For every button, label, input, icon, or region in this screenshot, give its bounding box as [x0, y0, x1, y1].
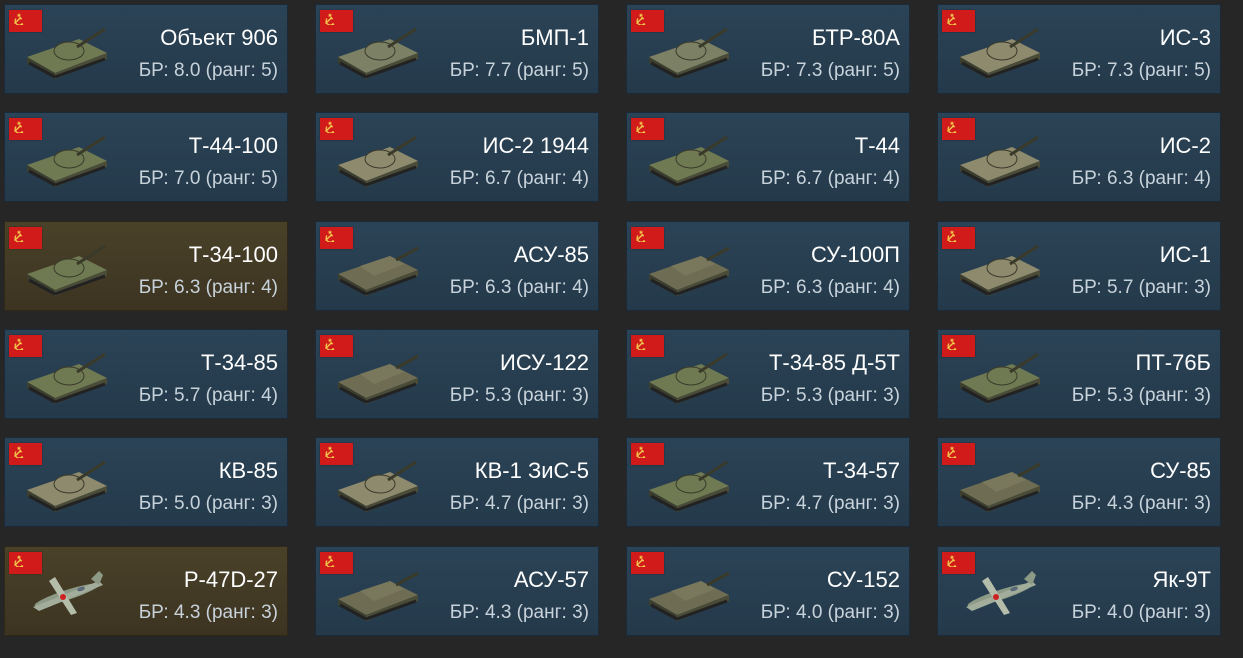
vehicle-card[interactable]: СУ-100П БР: 6.3 (ранг: 4) — [626, 221, 910, 311]
vehicle-card[interactable]: ИС-2 БР: 6.3 (ранг: 4) — [937, 112, 1221, 202]
battle-rating: БР: 7.0 (ранг: 5) — [138, 168, 278, 189]
vehicle-card[interactable]: Объект 906 БР: 8.0 (ранг: 5) — [4, 4, 288, 94]
vehicle-name: P-47D-27 — [183, 567, 278, 592]
tank-icon — [330, 561, 424, 625]
aircraft-icon — [19, 561, 113, 625]
battle-rating: БР: 5.3 (ранг: 3) — [449, 385, 589, 406]
vehicle-name: Т-44 — [854, 133, 900, 158]
battle-rating: БР: 6.3 (ранг: 4) — [1071, 168, 1211, 189]
vehicle-card[interactable]: СУ-152 БР: 4.0 (ранг: 3) — [626, 546, 910, 636]
tank-icon — [19, 236, 113, 300]
tank-icon — [19, 344, 113, 408]
battle-rating: БР: 5.0 (ранг: 3) — [138, 493, 278, 514]
vehicle-card[interactable]: ИС-2 1944 БР: 6.7 (ранг: 4) — [315, 112, 599, 202]
vehicle-name: ИС-3 — [1159, 25, 1211, 50]
battle-rating: БР: 4.0 (ранг: 3) — [760, 602, 900, 623]
tank-icon — [641, 561, 735, 625]
tank-icon — [19, 452, 113, 516]
vehicle-card[interactable]: ИС-3 БР: 7.3 (ранг: 5) — [937, 4, 1221, 94]
tank-icon — [330, 19, 424, 83]
tank-icon — [641, 236, 735, 300]
vehicle-name: КВ-85 — [218, 458, 278, 483]
vehicle-card[interactable]: КВ-1 ЗиС-5 БР: 4.7 (ранг: 3) — [315, 437, 599, 527]
battle-rating: БР: 5.7 (ранг: 3) — [1071, 277, 1211, 298]
tank-icon — [952, 452, 1046, 516]
vehicle-card[interactable]: Т-34-85 БР: 5.7 (ранг: 4) — [4, 329, 288, 419]
tank-icon — [641, 452, 735, 516]
battle-rating: БР: 7.3 (ранг: 5) — [1071, 60, 1211, 81]
tank-icon — [641, 344, 735, 408]
battle-rating: БР: 7.3 (ранг: 5) — [760, 60, 900, 81]
vehicle-card[interactable]: СУ-85 БР: 4.3 (ранг: 3) — [937, 437, 1221, 527]
vehicle-name: АСУ-85 — [513, 242, 589, 267]
tank-icon — [330, 452, 424, 516]
vehicle-card[interactable]: ИС-1 БР: 5.7 (ранг: 3) — [937, 221, 1221, 311]
battle-rating: БР: 6.7 (ранг: 4) — [760, 168, 900, 189]
vehicle-card[interactable]: Т-34-85 Д-5Т БР: 5.3 (ранг: 3) — [626, 329, 910, 419]
battle-rating: БР: 4.3 (ранг: 3) — [449, 602, 589, 623]
battle-rating: БР: 7.7 (ранг: 5) — [449, 60, 589, 81]
vehicle-name: СУ-100П — [811, 242, 900, 267]
vehicle-name: СУ-152 — [826, 567, 900, 592]
vehicle-card[interactable]: Т-34-57 БР: 4.7 (ранг: 3) — [626, 437, 910, 527]
vehicle-name: БТР-80А — [811, 25, 900, 50]
vehicle-card[interactable]: Т-44 БР: 6.7 (ранг: 4) — [626, 112, 910, 202]
vehicle-name: Объект 906 — [160, 25, 278, 50]
battle-rating: БР: 6.3 (ранг: 4) — [449, 277, 589, 298]
battle-rating: БР: 5.3 (ранг: 3) — [1071, 385, 1211, 406]
vehicle-card[interactable]: Т-44-100 БР: 7.0 (ранг: 5) — [4, 112, 288, 202]
tank-icon — [952, 19, 1046, 83]
vehicle-card[interactable]: Т-34-100 БР: 6.3 (ранг: 4) — [4, 221, 288, 311]
tank-icon — [952, 236, 1046, 300]
vehicle-card[interactable]: P-47D-27 БР: 4.3 (ранг: 3) — [4, 546, 288, 636]
vehicle-name: СУ-85 — [1150, 458, 1211, 483]
tank-icon — [19, 19, 113, 83]
tank-icon — [952, 127, 1046, 191]
vehicle-name: АСУ-57 — [513, 567, 589, 592]
vehicle-card[interactable]: Як-9Т БР: 4.0 (ранг: 3) — [937, 546, 1221, 636]
vehicle-name: Т-34-85 — [200, 350, 278, 375]
vehicle-name: КВ-1 ЗиС-5 — [474, 458, 589, 483]
battle-rating: БР: 4.3 (ранг: 3) — [138, 602, 278, 623]
vehicle-name: ИС-2 — [1159, 133, 1211, 158]
vehicle-card[interactable]: АСУ-85 БР: 6.3 (ранг: 4) — [315, 221, 599, 311]
vehicle-card[interactable]: БМП-1 БР: 7.7 (ранг: 5) — [315, 4, 599, 94]
battle-rating: БР: 5.7 (ранг: 4) — [138, 385, 278, 406]
vehicle-card[interactable]: БТР-80А БР: 7.3 (ранг: 5) — [626, 4, 910, 94]
vehicle-name: Т-34-85 Д-5Т — [768, 350, 900, 375]
vehicle-name: ИС-2 1944 — [482, 133, 589, 158]
vehicle-card[interactable]: ИСУ-122 БР: 5.3 (ранг: 3) — [315, 329, 599, 419]
vehicle-name: ПТ-76Б — [1135, 350, 1212, 375]
battle-rating: БР: 6.3 (ранг: 4) — [138, 277, 278, 298]
battle-rating: БР: 6.7 (ранг: 4) — [449, 168, 589, 189]
tank-icon — [641, 19, 735, 83]
battle-rating: БР: 4.7 (ранг: 3) — [760, 493, 900, 514]
tank-icon — [330, 344, 424, 408]
tank-icon — [330, 236, 424, 300]
tank-icon — [19, 127, 113, 191]
vehicle-name: Як-9Т — [1152, 567, 1211, 592]
tank-icon — [641, 127, 735, 191]
vehicle-name: Т-44-100 — [188, 133, 278, 158]
vehicle-name: БМП-1 — [520, 25, 589, 50]
battle-rating: БР: 6.3 (ранг: 4) — [760, 277, 900, 298]
vehicle-grid: Объект 906 БР: 8.0 (ранг: 5) БМП-1 БР: 7.7… — [0, 0, 1243, 658]
battle-rating: БР: 4.0 (ранг: 3) — [1071, 602, 1211, 623]
vehicle-card[interactable]: АСУ-57 БР: 4.3 (ранг: 3) — [315, 546, 599, 636]
vehicle-name: Т-34-57 — [822, 458, 900, 483]
battle-rating: БР: 4.7 (ранг: 3) — [449, 493, 589, 514]
vehicle-name: ИС-1 — [1159, 242, 1211, 267]
aircraft-icon — [952, 561, 1046, 625]
vehicle-card[interactable]: КВ-85 БР: 5.0 (ранг: 3) — [4, 437, 288, 527]
battle-rating: БР: 5.3 (ранг: 3) — [760, 385, 900, 406]
battle-rating: БР: 4.3 (ранг: 3) — [1071, 493, 1211, 514]
vehicle-name: ИСУ-122 — [500, 350, 589, 375]
battle-rating: БР: 8.0 (ранг: 5) — [138, 60, 278, 81]
vehicle-card[interactable]: ПТ-76Б БР: 5.3 (ранг: 3) — [937, 329, 1221, 419]
vehicle-name: Т-34-100 — [188, 242, 278, 267]
tank-icon — [952, 344, 1046, 408]
tank-icon — [330, 127, 424, 191]
